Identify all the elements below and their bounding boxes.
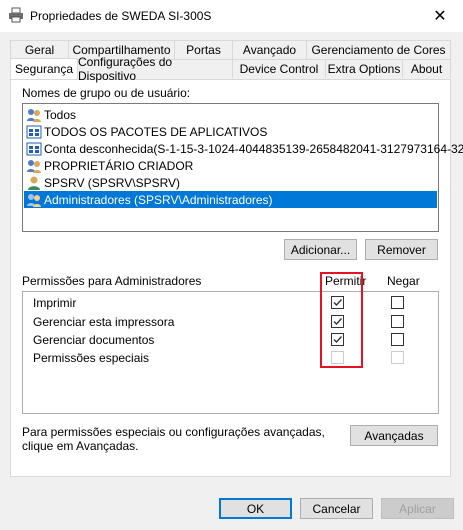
list-item-label: SPSRV (SPSRV\SPSRV) [44, 175, 181, 190]
permissions-label: Permissões para Administradores [22, 274, 202, 288]
app-packages-icon [26, 124, 42, 140]
tab-extra-options[interactable]: Extra Options [325, 59, 403, 78]
tab-device-control[interactable]: Device Control [232, 59, 326, 78]
close-button[interactable]: ✕ [417, 0, 463, 32]
list-item-label: Todos [44, 107, 77, 122]
users-group-icon [26, 107, 42, 123]
printer-icon [8, 7, 24, 23]
advanced-note: Para permissões especiais ou configuraçõ… [22, 425, 325, 453]
list-item[interactable]: TODOS OS PACOTES DE APLICATIVOS [26, 123, 267, 140]
groups-label: Nomes de grupo ou de usuário: [22, 86, 191, 100]
tab-configuracoes-do-dispositivo[interactable]: Configurações do Dispositivo [77, 55, 233, 83]
deny-checkbox[interactable] [391, 333, 404, 346]
deny-checkbox[interactable] [391, 296, 404, 309]
remove-button[interactable]: Remover [365, 239, 438, 260]
highlight-rectangle [320, 272, 363, 368]
tab-about[interactable]: About [402, 59, 451, 78]
tab-seguranca[interactable]: Segurança [10, 58, 78, 79]
permission-name: Imprimir [33, 296, 77, 310]
list-item-label: PROPRIETÁRIO CRIADOR [44, 158, 194, 173]
tab-geral[interactable]: Geral [10, 40, 69, 59]
permission-name: Gerenciar esta impressora [33, 315, 175, 329]
users-group-icon [26, 192, 42, 208]
tab-gerenciamento-de-cores[interactable]: Gerenciamento de Cores [306, 40, 451, 59]
list-item-label: TODOS OS PACOTES DE APLICATIVOS [44, 124, 268, 139]
list-item[interactable]: Administradores (SPSRV\Administradores) [24, 191, 437, 208]
users-group-icon [26, 158, 42, 174]
apply-button[interactable]: Aplicar [381, 498, 454, 519]
advanced-button[interactable]: Avançadas [350, 425, 438, 446]
permission-name: Gerenciar documentos [33, 333, 155, 347]
ok-button[interactable]: OK [219, 498, 292, 519]
list-item[interactable]: Todos [26, 106, 76, 123]
deny-header: Negar [387, 274, 420, 288]
tab-avancado[interactable]: Avançado [232, 40, 307, 59]
add-button[interactable]: Adicionar... [284, 239, 357, 260]
permission-name: Permissões especiais [33, 351, 150, 365]
list-item[interactable]: SPSRV (SPSRV\SPSRV) [26, 174, 180, 191]
groups-list[interactable]: Todos TODOS OS PACOTES DE APLICATIVOS Co… [22, 103, 463, 232]
list-item[interactable]: PROPRIETÁRIO CRIADOR [26, 157, 193, 174]
window-title: Propriedades de SWEDA SI-300S [30, 9, 212, 23]
title-bar: Propriedades de SWEDA SI-300S ✕ [0, 0, 463, 32]
list-item-label: Conta desconhecida(S-1-15-3-1024-4044835… [44, 141, 463, 156]
app-packages-icon [26, 141, 42, 157]
cancel-button[interactable]: Cancelar [300, 498, 373, 519]
user-icon [26, 175, 42, 191]
deny-checkbox[interactable] [391, 315, 404, 328]
list-item[interactable]: Conta desconhecida(S-1-15-3-1024-4044835… [26, 140, 463, 157]
deny-checkbox [391, 351, 404, 364]
list-item-label: Administradores (SPSRV\Administradores) [44, 192, 273, 207]
